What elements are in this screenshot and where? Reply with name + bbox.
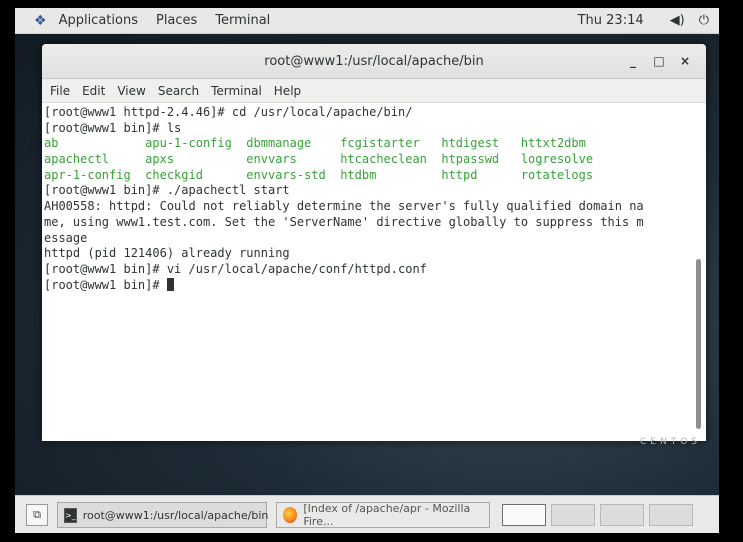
window-controls: _ □ ×: [620, 44, 698, 78]
window-titlebar[interactable]: root@www1:/usr/local/apache/bin _ □ ×: [42, 44, 706, 79]
close-button[interactable]: ×: [672, 54, 698, 68]
firefox-icon: [283, 507, 298, 523]
prompt-line: [root@www1 bin]#: [44, 277, 706, 294]
workspace-2[interactable]: [551, 504, 595, 526]
terminal-line: [root@www1 bin]# vi /usr/local/apache/co…: [44, 261, 427, 276]
power-icon[interactable]: ⏻: [699, 13, 709, 28]
places-menu[interactable]: Places: [147, 13, 206, 28]
menu-file[interactable]: File: [42, 84, 76, 98]
terminal-menubar: File Edit View Search Terminal Help: [42, 79, 706, 103]
taskbar-item-label: [Index of /apache/apr - Mozilla Fire...: [303, 502, 471, 528]
terminal-line: me, using www1.test.com. Set the 'Server…: [44, 214, 644, 229]
terminal-app-menu[interactable]: Terminal: [206, 13, 279, 28]
clock[interactable]: Thu 23:14: [578, 13, 644, 28]
window-title: root@www1:/usr/local/apache/bin: [264, 53, 484, 69]
terminal-line: [root@www1 bin]# ./apachectl start: [44, 183, 290, 198]
menu-terminal[interactable]: Terminal: [205, 84, 268, 98]
terminal-icon: >_: [64, 507, 77, 523]
volume-icon[interactable]: ◀): [670, 13, 685, 28]
terminal-line: essage: [44, 230, 88, 245]
ls-output-row: apr-1-config checkgid envvars-std htdbm …: [44, 167, 594, 182]
menu-edit[interactable]: Edit: [76, 84, 111, 98]
prompt-text: [root@www1 bin]#: [44, 277, 167, 292]
terminal-line: AH00558: httpd: Could not reliably deter…: [44, 199, 644, 214]
taskbar-item-label: root@www1:/usr/local/apache/bin: [82, 508, 269, 522]
menu-search[interactable]: Search: [152, 84, 205, 98]
menu-help[interactable]: Help: [268, 84, 307, 98]
terminal-output[interactable]: [root@www1 httpd-2.4.46]# cd /usr/local/…: [42, 103, 706, 438]
workspace-3[interactable]: [600, 504, 644, 526]
applications-menu[interactable]: ❖ Applications: [15, 13, 147, 29]
workspace-switcher: [502, 504, 698, 526]
applications-icon: ❖: [34, 12, 47, 29]
workspace-1[interactable]: [502, 504, 546, 526]
terminal-window: root@www1:/usr/local/apache/bin _ □ × Fi…: [42, 44, 706, 441]
minimize-button[interactable]: _: [620, 54, 646, 68]
ls-output-row: ab apu-1-config dbmmanage fcgistarter ht…: [44, 136, 586, 151]
terminal-line: [root@www1 httpd-2.4.46]# cd /usr/local/…: [44, 105, 413, 119]
workspace-4[interactable]: [649, 504, 693, 526]
system-tray: Thu 23:14 ◀) ⏻: [564, 13, 719, 28]
taskbar-item-firefox[interactable]: [Index of /apache/apr - Mozilla Fire...: [276, 502, 490, 528]
terminal-line: [root@www1 bin]# ls: [44, 120, 182, 135]
scrollbar[interactable]: [696, 259, 701, 429]
desktop: ❖ Applications Places Terminal Thu 23:14…: [15, 8, 719, 533]
bottom-taskbar: ⧉ >_ root@www1:/usr/local/apache/bin [In…: [15, 495, 719, 533]
terminal-line: httpd (pid 121406) already running: [44, 246, 290, 261]
taskbar-item-terminal[interactable]: >_ root@www1:/usr/local/apache/bin: [57, 502, 269, 528]
top-panel: ❖ Applications Places Terminal Thu 23:14…: [15, 8, 719, 34]
menu-view[interactable]: View: [111, 84, 151, 98]
maximize-button[interactable]: □: [646, 54, 672, 68]
top-menu: ❖ Applications Places Terminal: [15, 8, 279, 33]
ls-output-row: apachectl apxs envvars htcacheclean htpa…: [44, 152, 594, 167]
text-cursor: [166, 277, 174, 291]
applications-label: Applications: [58, 13, 138, 28]
centos-watermark: CENTOS: [640, 437, 701, 447]
show-desktop-button[interactable]: ⧉: [26, 504, 48, 526]
